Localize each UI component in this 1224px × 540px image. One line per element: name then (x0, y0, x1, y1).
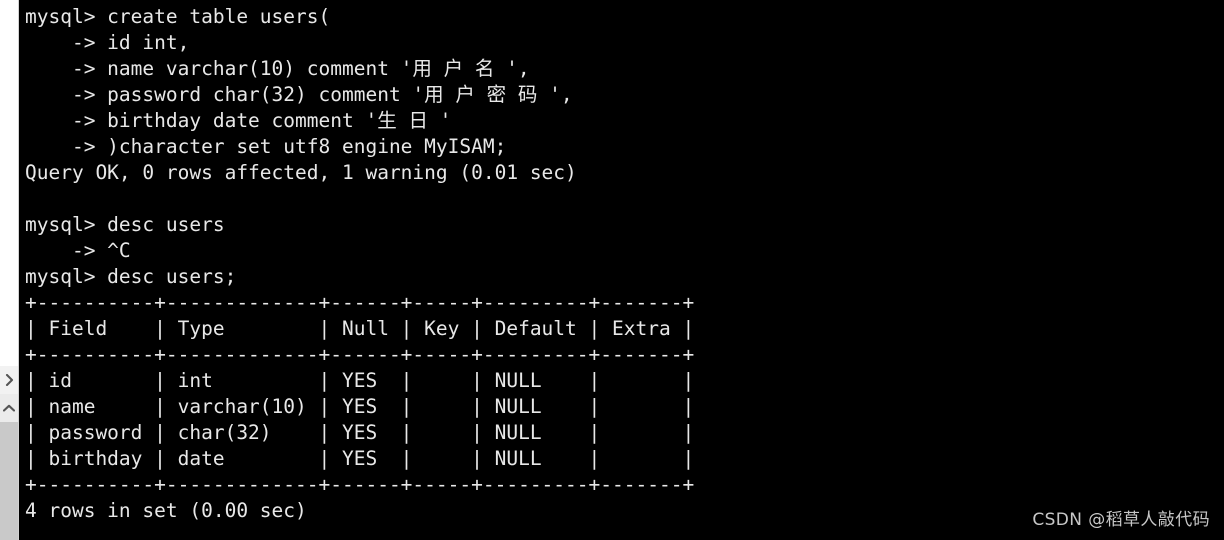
terminal-line: mysql> desc users; (25, 265, 237, 288)
csdn-watermark: CSDN @稻草人敲代码 (1032, 510, 1210, 530)
terminal-line: mysql> desc users (25, 213, 225, 236)
terminal-line: -> birthday date comment '生 日 ' (25, 109, 452, 132)
terminal-line: | birthday | date | YES | | NULL | | (25, 447, 695, 470)
terminal-screen: mysql> create table users( -> id int, ->… (0, 0, 1224, 540)
gutter-bottom-area (0, 422, 18, 540)
terminal-line: | name | varchar(10) | YES | | NULL | | (25, 395, 695, 418)
terminal-line: | Field | Type | Null | Key | Default | … (25, 317, 695, 340)
terminal-line: | password | char(32) | YES | | NULL | | (25, 421, 695, 444)
terminal-line-list: mysql> create table users( -> id int, ->… (25, 4, 1224, 524)
terminal-line: +----------+-------------+------+-----+-… (25, 291, 695, 314)
terminal-line: -> ^C (25, 239, 131, 262)
terminal-line: | id | int | YES | | NULL | | (25, 369, 695, 392)
terminal-line: +----------+-------------+------+-----+-… (25, 473, 695, 496)
terminal-line: +----------+-------------+------+-----+-… (25, 343, 695, 366)
chevron-right-icon[interactable] (0, 366, 18, 394)
terminal-line: -> id int, (25, 31, 190, 54)
left-gutter-panel (0, 0, 19, 540)
terminal-line: -> name varchar(10) comment '用 户 名 ', (25, 57, 530, 80)
gutter-top-area (0, 0, 18, 366)
terminal-line: -> )character set utf8 engine MyISAM; (25, 135, 507, 158)
chevron-up-icon[interactable] (0, 394, 18, 422)
terminal-output[interactable]: mysql> create table users( -> id int, ->… (19, 0, 1224, 540)
terminal-line: mysql> create table users( (25, 5, 331, 28)
terminal-line: -> password char(32) comment '用 户 密 码 ', (25, 83, 573, 106)
terminal-line: Query OK, 0 rows affected, 1 warning (0.… (25, 161, 577, 184)
